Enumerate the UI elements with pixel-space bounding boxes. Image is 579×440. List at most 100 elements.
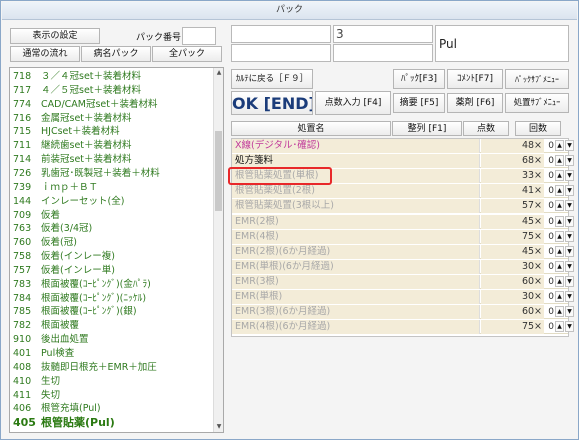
count-value[interactable]: 0 bbox=[544, 200, 554, 212]
decrement-button[interactable]: ▼ bbox=[565, 291, 574, 302]
treatment-count[interactable]: 0 ▲ ▼ bbox=[544, 230, 574, 243]
treatment-count[interactable]: 0 ▲ ▼ bbox=[544, 275, 574, 288]
pack-list-item[interactable]: 784 根面被覆(ｺｰﾋﾟﾝｸﾞ)(ﾆｯｹﾙ) bbox=[10, 292, 215, 306]
decrement-button[interactable]: ▼ bbox=[565, 140, 574, 151]
treatment-row[interactable]: EMR(3根)(6か月経過) 60× 0 ▲ ▼ bbox=[232, 305, 574, 320]
count-value[interactable]: 0 bbox=[544, 140, 554, 152]
increment-button[interactable]: ▲ bbox=[555, 230, 564, 242]
increment-button[interactable]: ▲ bbox=[555, 140, 564, 151]
increment-button[interactable]: ▲ bbox=[555, 245, 564, 257]
pack-list-item[interactable]: 405 根管貼薬(Pul) bbox=[10, 416, 215, 430]
count-value[interactable]: 0 bbox=[544, 261, 554, 273]
pack-list-item[interactable]: 785 根面被覆(ｺｰﾋﾟﾝｸﾞ)(銀) bbox=[10, 305, 215, 319]
treatment-row[interactable]: EMR(3根) 60× 0 ▲ ▼ bbox=[232, 274, 574, 289]
comment-f7-button[interactable]: ｺﾒﾝﾄ[F7] bbox=[447, 69, 503, 89]
disease-pack-button[interactable]: 病名パック bbox=[81, 46, 151, 62]
decrement-button[interactable]: ▼ bbox=[565, 275, 574, 287]
pack-list-item[interactable]: 714 前装冠set＋装着材料 bbox=[10, 153, 215, 167]
increment-button[interactable]: ▲ bbox=[555, 291, 564, 302]
pack-list-item[interactable]: 717 ４／５冠set＋装着材料 bbox=[10, 84, 215, 98]
pack-list-scrollbar[interactable]: ▲ ▼ bbox=[213, 68, 223, 432]
treatment-count[interactable]: 0 ▲ ▼ bbox=[544, 245, 574, 258]
summary-f5-button[interactable]: 摘要 [F5] bbox=[393, 93, 445, 113]
decrement-button[interactable]: ▼ bbox=[565, 200, 574, 212]
decrement-button[interactable]: ▼ bbox=[565, 185, 574, 197]
pack-list-item[interactable]: 718 ３／４冠set＋装着材料 bbox=[10, 70, 215, 84]
treatment-row[interactable]: EMR(単根) 30× 0 ▲ ▼ bbox=[232, 290, 574, 305]
increment-button[interactable]: ▲ bbox=[555, 260, 564, 272]
pack-list-item[interactable]: 757 仮着(インレー単) bbox=[10, 264, 215, 278]
decrement-button[interactable]: ▼ bbox=[565, 321, 574, 333]
pack-list-item[interactable]: 716 金属冠set＋装着材料 bbox=[10, 112, 215, 126]
all-pack-button[interactable]: 全パック bbox=[152, 46, 222, 62]
treatment-row[interactable]: EMR(2根) 45× 0 ▲ ▼ bbox=[232, 214, 574, 229]
treatment-count[interactable]: 0 ▲ ▼ bbox=[544, 185, 574, 197]
increment-button[interactable]: ▲ bbox=[555, 321, 564, 333]
decrement-button[interactable]: ▼ bbox=[565, 260, 574, 272]
treatment-count[interactable]: 0 ▲ ▼ bbox=[544, 200, 574, 212]
drug-f6-button[interactable]: 薬剤 [F6] bbox=[447, 93, 503, 113]
pack-list-item[interactable]: 726 乳歯冠･既製冠＋装着＋材料 bbox=[10, 167, 215, 181]
scroll-thumb[interactable] bbox=[215, 131, 222, 211]
treatment-row[interactable]: X線(デジタル･確認) 48× 0 ▲ ▼ bbox=[232, 139, 574, 154]
pack-list-item[interactable]: 782 根面被覆 bbox=[10, 319, 215, 333]
count-value[interactable]: 0 bbox=[544, 231, 554, 243]
treatment-row[interactable]: EMR(2根)(6か月経過) 45× 0 ▲ ▼ bbox=[232, 244, 574, 259]
treatment-count[interactable]: 0 ▲ ▼ bbox=[544, 260, 574, 273]
pack-list[interactable]: 718 ３／４冠set＋装着材料 717 ４／５冠set＋装着材料 774 CAD/CAM… bbox=[9, 67, 224, 433]
count-value[interactable]: 0 bbox=[544, 216, 554, 228]
pack-list-item[interactable]: 144 インレーセット(全) bbox=[10, 195, 215, 209]
treatment-row[interactable]: 根管貼薬処置(3根以上) 57× 0 ▲ ▼ bbox=[232, 199, 574, 214]
count-value[interactable]: 0 bbox=[544, 185, 554, 197]
decrement-button[interactable]: ▼ bbox=[565, 230, 574, 242]
pack-list-item[interactable]: 406 根管充填(Pul) bbox=[10, 402, 215, 416]
increment-button[interactable]: ▲ bbox=[555, 185, 564, 197]
pack-list-item[interactable]: 711 継続歯set＋装着材料 bbox=[10, 139, 215, 153]
count-value[interactable]: 0 bbox=[544, 170, 554, 182]
pack-list-item[interactable]: 910 後出血処置 bbox=[10, 333, 215, 347]
treatment-submenu-button[interactable]: 処置ｻﾌﾞﾒﾆｭｰ bbox=[505, 93, 569, 113]
display-settings-button[interactable]: 表示の設定 bbox=[10, 28, 100, 44]
pack-list-item[interactable]: 715 HJCset＋装着材料 bbox=[10, 125, 215, 139]
pack-list-item[interactable]: 758 仮着(インレー複) bbox=[10, 250, 215, 264]
pack-list-item[interactable]: 411 失切 bbox=[10, 389, 215, 403]
increment-button[interactable]: ▲ bbox=[555, 170, 564, 182]
treatment-count[interactable]: 0 ▲ ▼ bbox=[544, 155, 574, 167]
increment-button[interactable]: ▲ bbox=[555, 200, 564, 212]
count-value[interactable]: 0 bbox=[544, 291, 554, 303]
pack-list-item[interactable]: 774 CAD/CAM冠set＋装着材料 bbox=[10, 98, 215, 112]
pack-f3-button[interactable]: ﾊﾟｯｸ[F3] bbox=[393, 69, 445, 89]
treatment-row[interactable]: EMR(単根)(6か月経過) 30× 0 ▲ ▼ bbox=[232, 259, 574, 274]
count-value[interactable]: 0 bbox=[544, 276, 554, 288]
treatment-count[interactable]: 0 ▲ ▼ bbox=[544, 321, 574, 333]
treatment-row[interactable]: EMR(4根)(6か月経過) 75× 0 ▲ ▼ bbox=[232, 320, 574, 335]
decrement-button[interactable]: ▼ bbox=[565, 155, 574, 167]
treatment-row[interactable]: EMR(4根) 75× 0 ▲ ▼ bbox=[232, 229, 574, 244]
pack-number-input[interactable] bbox=[182, 27, 216, 45]
count-value[interactable]: 0 bbox=[544, 246, 554, 258]
decrement-button[interactable]: ▼ bbox=[565, 306, 574, 318]
treatment-count[interactable]: 0 ▲ ▼ bbox=[544, 140, 574, 152]
treatment-count[interactable]: 0 ▲ ▼ bbox=[544, 306, 574, 318]
pack-list-item[interactable]: 410 生切 bbox=[10, 375, 215, 389]
pack-list-item[interactable]: 408 抜髄即日根充＋EMR＋加圧 bbox=[10, 361, 215, 375]
decrement-button[interactable]: ▼ bbox=[565, 215, 574, 227]
pack-list-item[interactable]: 760 仮着(冠) bbox=[10, 236, 215, 250]
sort-f1-button[interactable]: 整列 [F1] bbox=[392, 121, 462, 136]
treatment-count[interactable]: 0 ▲ ▼ bbox=[544, 170, 574, 182]
increment-button[interactable]: ▲ bbox=[555, 215, 564, 227]
treatment-row[interactable]: 根管貼薬処置(2根) 41× 0 ▲ ▼ bbox=[232, 184, 574, 199]
pack-list-item[interactable]: 783 根面被覆(ｺｰﾋﾟﾝｸﾞ)(金ﾊﾟﾗ) bbox=[10, 278, 215, 292]
ok-end-button[interactable]: OK [END] bbox=[231, 91, 313, 115]
pack-list-item[interactable]: 401 Pul検査 bbox=[10, 347, 215, 361]
pack-list-item[interactable]: 739 ｉｍｐ＋ＢＴ bbox=[10, 181, 215, 195]
treatment-count[interactable]: 0 ▲ ▼ bbox=[544, 291, 574, 303]
increment-button[interactable]: ▲ bbox=[555, 306, 564, 318]
count-value[interactable]: 0 bbox=[544, 306, 554, 318]
count-value[interactable]: 0 bbox=[544, 321, 554, 333]
increment-button[interactable]: ▲ bbox=[555, 275, 564, 287]
treatment-count[interactable]: 0 ▲ ▼ bbox=[544, 215, 574, 228]
count-value[interactable]: 0 bbox=[544, 155, 554, 167]
decrement-button[interactable]: ▼ bbox=[565, 245, 574, 257]
decrement-button[interactable]: ▼ bbox=[565, 170, 574, 182]
